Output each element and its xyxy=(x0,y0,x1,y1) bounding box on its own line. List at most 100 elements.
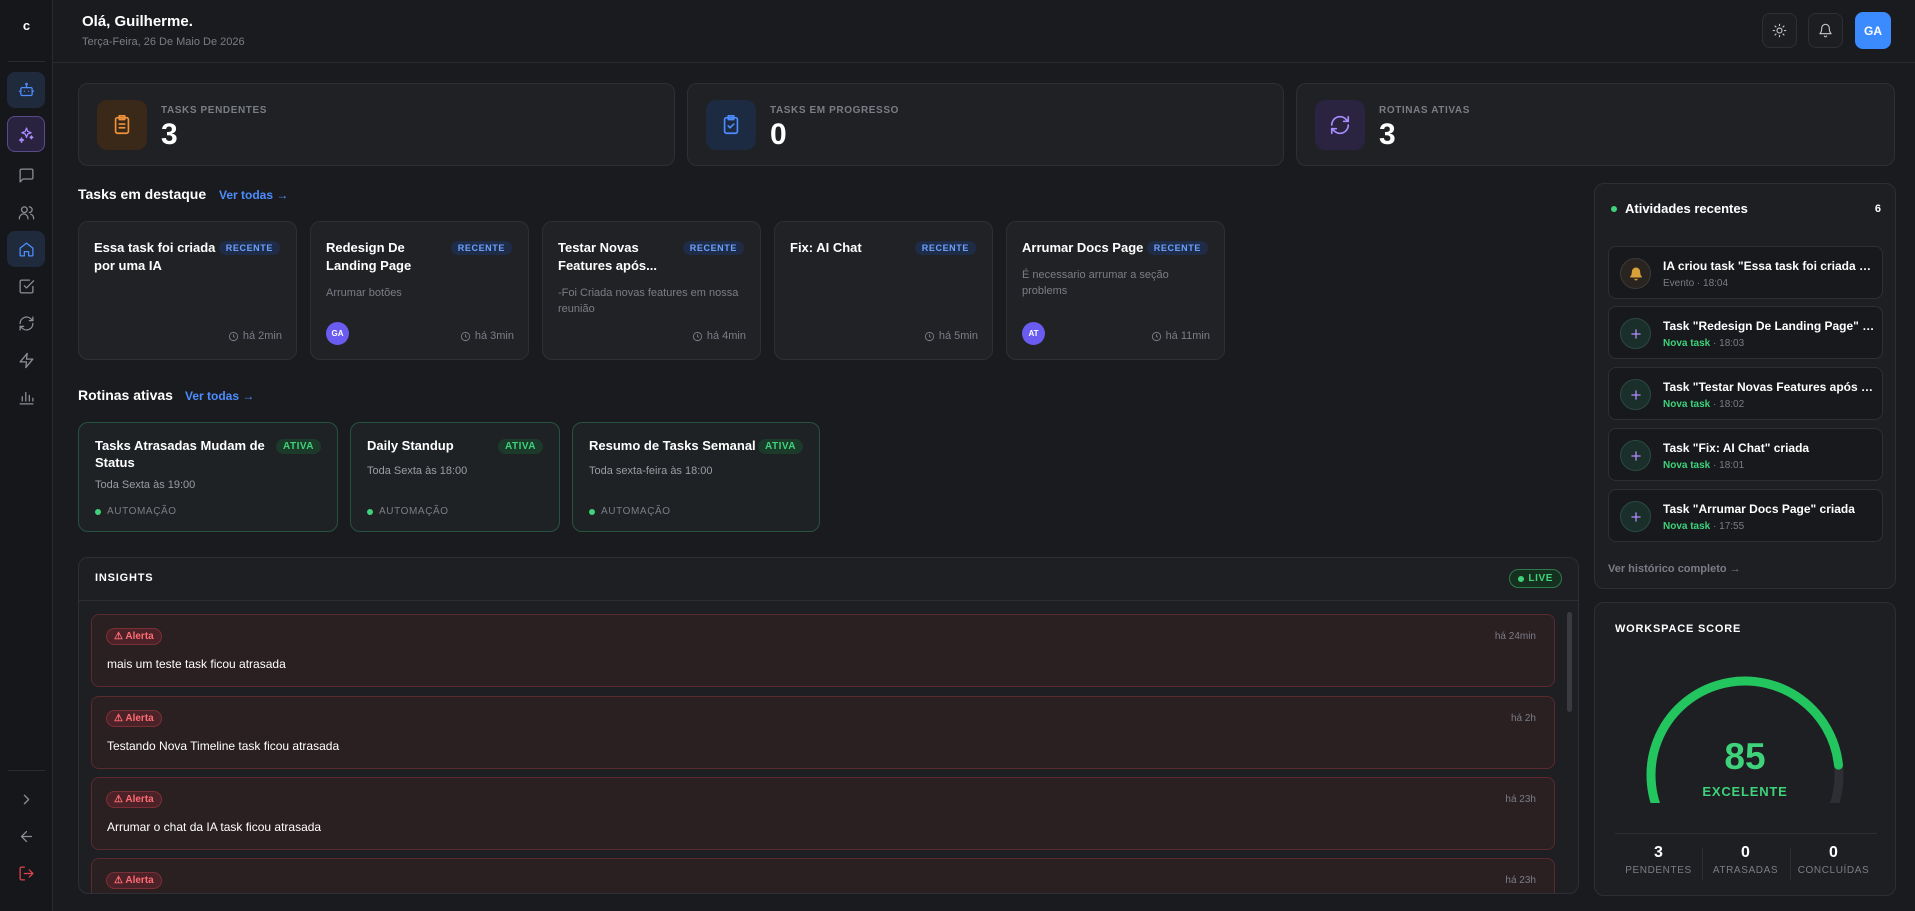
sidebar-divider xyxy=(8,770,45,771)
score-stat-overdue: 0 ATRASADAS xyxy=(1702,844,1789,876)
sidebar-logout-button[interactable] xyxy=(7,855,45,891)
activity-time: 18:02 xyxy=(1719,399,1745,410)
clock-icon xyxy=(924,331,934,341)
sidebar-item-tasks[interactable] xyxy=(7,268,45,304)
notifications-button[interactable] xyxy=(1808,13,1843,48)
refresh-icon xyxy=(18,315,34,331)
bar-chart-icon xyxy=(18,391,34,405)
task-badge: RECENTE xyxy=(218,241,280,255)
arrow-left-icon xyxy=(20,830,32,842)
clock-icon xyxy=(692,331,702,341)
alert-badge: ⚠ Alerta xyxy=(106,872,162,889)
activity-icon-wrap xyxy=(1620,501,1651,532)
activity-text: Task "Redesign De Landing Page" criada xyxy=(1663,319,1875,333)
activity-text: Task "Fix: AI Chat" criada xyxy=(1663,441,1810,455)
current-date: Terça-Feira, 26 De Maio De 2026 xyxy=(82,36,245,48)
sidebar-item-team[interactable] xyxy=(7,194,45,230)
routine-type-label: AUTOMAÇÃO xyxy=(107,506,177,517)
clock-icon xyxy=(460,331,470,341)
activity-text: Task "Arrumar Docs Page" criada xyxy=(1663,502,1855,516)
routine-card[interactable]: Resumo de Tasks Semanal ATIVA Toda sexta… xyxy=(572,422,820,532)
activity-time: 18:04 xyxy=(1703,278,1729,289)
alert-time: há 23h xyxy=(1505,794,1536,805)
task-time-label: há 2min xyxy=(242,330,282,342)
full-history-link[interactable]: Ver histórico completo → xyxy=(1608,563,1741,575)
plus-icon xyxy=(1630,450,1641,461)
routine-title: Daily Standup xyxy=(367,438,454,453)
sidebar-item-ai[interactable] xyxy=(7,116,45,152)
task-time-label: há 11min xyxy=(1165,330,1210,342)
sparkles-icon xyxy=(18,126,34,143)
plus-icon xyxy=(1630,328,1641,339)
sidebar-back-button[interactable] xyxy=(7,818,45,854)
task-time: há 5min xyxy=(924,330,978,342)
routine-status-badge: ATIVA xyxy=(757,439,803,454)
task-time-label: há 5min xyxy=(938,330,978,342)
live-label: LIVE xyxy=(1528,573,1553,584)
users-icon xyxy=(18,205,34,220)
insight-alert[interactable]: ⚠ Alerta há 24min mais um teste task fic… xyxy=(91,614,1555,687)
status-dot xyxy=(367,508,373,515)
task-description: -Foi Criada novas features em nossa reun… xyxy=(558,287,739,315)
insight-alert[interactable]: ⚠ Alerta há 2h Testando Nova Timeline ta… xyxy=(91,696,1555,769)
featured-see-all-link[interactable]: Ver todas → xyxy=(219,188,288,202)
assignee-avatar: AT xyxy=(1022,322,1045,345)
score-stat-label: CONCLUÍDAS xyxy=(1797,865,1870,876)
activity-item[interactable]: IA criou task "Essa task foi criada por … xyxy=(1608,246,1883,299)
activity-item[interactable]: Task "Fix: AI Chat" criada Nova task · 1… xyxy=(1608,428,1883,481)
score-value: 85 xyxy=(1724,736,1766,777)
theme-toggle-button[interactable] xyxy=(1762,13,1797,48)
routine-card[interactable]: Daily Standup ATIVA Toda Sexta às 18:00 … xyxy=(350,422,560,532)
task-badge: RECENTE xyxy=(682,241,744,255)
activity-item[interactable]: Task "Arrumar Docs Page" criada Nova tas… xyxy=(1608,489,1883,542)
sidebar-item-reports[interactable] xyxy=(7,379,45,415)
insights-panel: INSIGHTS LIVE ⚠ Alerta há 24min mais um … xyxy=(78,557,1579,894)
sidebar-item-automations[interactable] xyxy=(7,342,45,378)
task-card[interactable]: Essa task foi criada por uma IA RECENTE … xyxy=(78,221,297,360)
routine-type-label: AUTOMAÇÃO xyxy=(601,506,671,517)
task-card[interactable]: Testar Novas Features após... RECENTE -F… xyxy=(542,221,761,360)
task-description: É necessario arrumar a seção problems xyxy=(1022,269,1169,297)
assignee-avatar: GA xyxy=(326,322,349,345)
checkbox-icon xyxy=(18,278,34,294)
routine-type: AUTOMAÇÃO xyxy=(589,506,671,517)
app-logo[interactable]: c xyxy=(0,18,53,33)
live-badge: LIVE xyxy=(1509,569,1562,588)
sidebar-item-chat[interactable] xyxy=(7,157,45,193)
activity-time: 18:01 xyxy=(1719,460,1745,471)
routines-see-all-link[interactable]: Ver todas → xyxy=(185,389,254,403)
alert-text: Testando Nova Timeline task ficou atrasa… xyxy=(107,739,340,753)
task-time: há 3min xyxy=(460,330,514,342)
routine-card[interactable]: Tasks Atrasadas Mudam de Status ATIVA To… xyxy=(78,422,338,532)
task-card[interactable]: Arrumar Docs Page RECENTE É necessario a… xyxy=(1006,221,1225,360)
alert-time: há 2h xyxy=(1510,713,1536,724)
score-stat-done: 0 CONCLUÍDAS xyxy=(1790,844,1877,876)
insights-scrollbar[interactable] xyxy=(1567,612,1572,712)
insight-alert[interactable]: ⚠ Alerta há 23h Arrumar o chat da IA tas… xyxy=(91,777,1555,850)
score-gauge xyxy=(1646,676,1844,803)
alert-text: mais um teste task ficou atrasada xyxy=(107,657,286,671)
stat-card-pending: TASKS PENDENTES 3 xyxy=(78,83,675,166)
score-stat-value: 3 xyxy=(1654,844,1663,861)
task-card[interactable]: Redesign De Landing Page RECENTE Arrumar… xyxy=(310,221,529,360)
activity-time: 17:55 xyxy=(1719,521,1745,532)
bell-icon xyxy=(1629,267,1642,280)
activity-kind: Nova task xyxy=(1663,399,1711,410)
user-avatar[interactable]: GA xyxy=(1855,12,1891,49)
activity-meta: Nova task · 18:01 xyxy=(1663,460,1745,471)
sidebar-item-agent[interactable] xyxy=(7,72,45,108)
activity-icon-wrap xyxy=(1620,318,1651,349)
task-badge: RECENTE xyxy=(450,241,512,255)
activity-item[interactable]: Task "Testar Novas Features após reunião… xyxy=(1608,367,1883,420)
sidebar-expand-button[interactable] xyxy=(7,781,45,817)
chevron-right-icon xyxy=(23,794,29,804)
task-card[interactable]: Fix: AI Chat RECENTE há 5min xyxy=(774,221,993,360)
activity-item[interactable]: Task "Redesign De Landing Page" criada N… xyxy=(1608,306,1883,359)
activity-meta: Nova task · 18:02 xyxy=(1663,399,1745,410)
sidebar-item-routines[interactable] xyxy=(7,305,45,341)
activity-icon-wrap xyxy=(1620,440,1651,471)
insight-alert[interactable]: ⚠ Alerta há 23h xyxy=(91,858,1555,893)
sidebar-item-home[interactable] xyxy=(7,231,45,267)
activity-meta: Nova task · 17:55 xyxy=(1663,521,1745,532)
activity-text: Task "Testar Novas Features após reunião… xyxy=(1663,380,1875,394)
